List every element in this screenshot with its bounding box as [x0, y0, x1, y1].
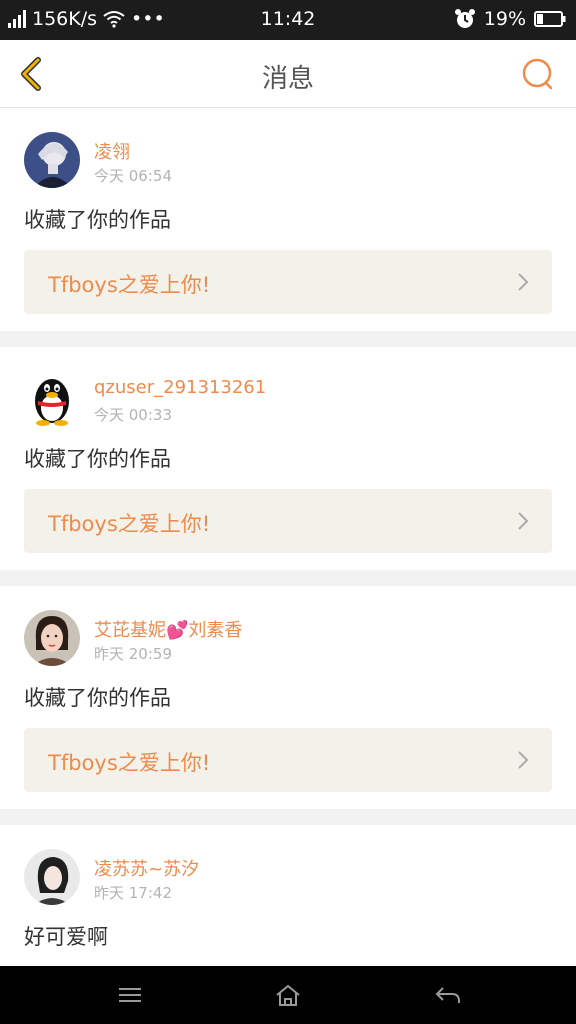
page-title: 消息 [261, 64, 314, 94]
username-part: 刘素香 [188, 620, 243, 641]
heart-emoji-icon: 💕 [166, 620, 189, 641]
message-username[interactable]: 艾芘基妮💕刘素香 [94, 616, 242, 642]
message-time: 今天 00:33 [94, 406, 172, 424]
back-icon[interactable] [434, 983, 462, 1007]
message-time: 昨天 17:42 [94, 884, 172, 902]
girl-avatar[interactable] [24, 849, 80, 905]
message-time: 昨天 20:59 [94, 645, 172, 663]
work-title: Tfboys之爱上你! [48, 512, 211, 536]
battery-percent: 19% [483, 8, 526, 30]
woman-avatar[interactable] [24, 610, 80, 666]
message-card: 艾芘基妮💕刘素香 昨天 20:59 收藏了你的作品 Tfboys之爱上你! [0, 586, 576, 809]
work-title: Tfboys之爱上你! [48, 751, 211, 775]
battery-icon [534, 11, 566, 27]
message-card: 凌苏苏~苏汐 昨天 17:42 好可爱啊 [0, 825, 576, 966]
message-user-row: 凌苏苏~苏汐 昨天 17:42 [24, 825, 552, 927]
message-user-row: 艾芘基妮💕刘素香 昨天 20:59 [24, 586, 552, 688]
message-card: qzuser_291313261 今天 00:33 收藏了你的作品 Tfboys… [0, 347, 576, 570]
menu-icon[interactable] [116, 983, 144, 1007]
anime-avatar[interactable] [24, 132, 80, 188]
message-text: 收藏了你的作品 [24, 208, 171, 232]
status-bar: 156K/s ••• 11:42 19% [0, 0, 576, 40]
work-title: Tfboys之爱上你! [48, 273, 211, 297]
message-text: 好可爱啊 [24, 925, 108, 949]
message-card: 凌翎 今天 06:54 收藏了你的作品 Tfboys之爱上你! [0, 108, 576, 331]
chevron-right-icon [518, 512, 529, 530]
search-icon[interactable] [520, 56, 556, 92]
username-part: 艾芘基妮 [94, 620, 166, 641]
work-link[interactable]: Tfboys之爱上你! [24, 489, 552, 553]
message-user-row: 凌翎 今天 06:54 [24, 108, 552, 210]
chevron-right-icon [518, 751, 529, 769]
chevron-right-icon [518, 273, 529, 291]
message-list[interactable]: 凌翎 今天 06:54 收藏了你的作品 Tfboys之爱上你! qzuser_2… [0, 108, 576, 966]
message-text: 收藏了你的作品 [24, 686, 171, 710]
message-text: 收藏了你的作品 [24, 447, 171, 471]
message-username[interactable]: 凌翎 [94, 138, 130, 164]
work-link[interactable]: Tfboys之爱上你! [24, 728, 552, 792]
message-time: 今天 06:54 [94, 167, 172, 185]
home-icon[interactable] [274, 983, 302, 1007]
message-user-row: qzuser_291313261 今天 00:33 [24, 347, 552, 449]
message-username[interactable]: 凌苏苏~苏汐 [94, 855, 199, 881]
system-nav-bar [0, 966, 576, 1024]
top-bar: 消息 [0, 40, 576, 108]
work-link[interactable]: Tfboys之爱上你! [24, 250, 552, 314]
penguin-avatar[interactable] [24, 371, 80, 427]
alarm-icon [454, 9, 475, 28]
message-username[interactable]: qzuser_291313261 [94, 377, 266, 398]
